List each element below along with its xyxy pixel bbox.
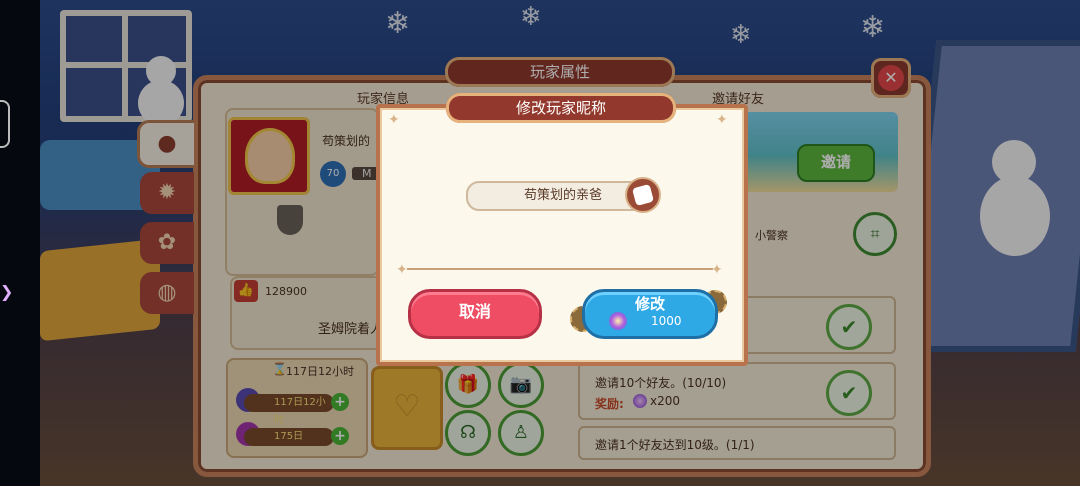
device-edge	[0, 0, 40, 486]
divider-ornament-icon: ✦	[396, 262, 408, 278]
confirm-button[interactable]: 修改 1000	[582, 289, 718, 339]
edge-handle[interactable]	[0, 100, 10, 148]
confirm-label: 修改	[634, 295, 665, 313]
divider	[407, 268, 713, 270]
corner-ornament-icon: ✦	[716, 112, 728, 128]
cancel-button[interactable]: 取消	[408, 289, 542, 339]
cost-value: 1000	[651, 314, 682, 328]
random-name-button[interactable]	[625, 177, 661, 213]
dice-icon	[631, 183, 655, 207]
divider-ornament-icon: ✦	[711, 262, 723, 278]
edge-arrow-icon[interactable]: ❯	[0, 282, 13, 301]
gem-icon	[609, 312, 627, 330]
dialog-title: 修改玩家昵称	[446, 93, 676, 123]
corner-ornament-icon: ✦	[388, 112, 400, 128]
